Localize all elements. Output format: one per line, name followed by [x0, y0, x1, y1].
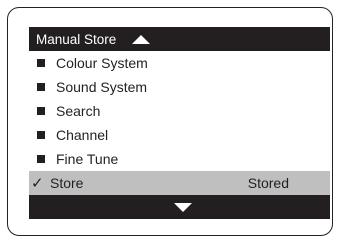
- menu-title: Manual Store: [36, 31, 117, 47]
- menu-item-search[interactable]: Search: [29, 99, 330, 123]
- menu-item-store[interactable]: ✓ Store Stored: [29, 171, 330, 195]
- bullet-icon: [37, 59, 45, 67]
- store-status-value: Stored: [247, 175, 289, 191]
- menu-item-colour-system[interactable]: Colour System: [29, 51, 330, 75]
- bullet-icon: [37, 155, 45, 163]
- scroll-down-arrow-icon[interactable]: [173, 202, 192, 212]
- menu-item-label: Store: [50, 175, 84, 191]
- menu-item-label: Sound System: [56, 79, 148, 95]
- menu-item-sound-system[interactable]: Sound System: [29, 75, 330, 99]
- bullet-icon: [37, 83, 45, 91]
- bullet-icon: [37, 131, 45, 139]
- menu-item-label: Colour System: [56, 55, 148, 71]
- menu-item-fine-tune[interactable]: Fine Tune: [29, 147, 330, 171]
- menu-item-label: Search: [56, 103, 101, 119]
- menu-item-label: Channel: [56, 127, 109, 143]
- checkmark-icon: ✓: [31, 174, 44, 192]
- menu-item-channel[interactable]: Channel: [29, 123, 330, 147]
- menu-item-label: Fine Tune: [56, 151, 119, 167]
- bullet-icon: [37, 107, 45, 115]
- menu-footer: [29, 195, 330, 219]
- scroll-up-arrow-icon[interactable]: [132, 34, 151, 44]
- manual-store-menu: Manual Store Colour System Sound System …: [29, 27, 330, 219]
- menu-header: Manual Store: [29, 27, 330, 51]
